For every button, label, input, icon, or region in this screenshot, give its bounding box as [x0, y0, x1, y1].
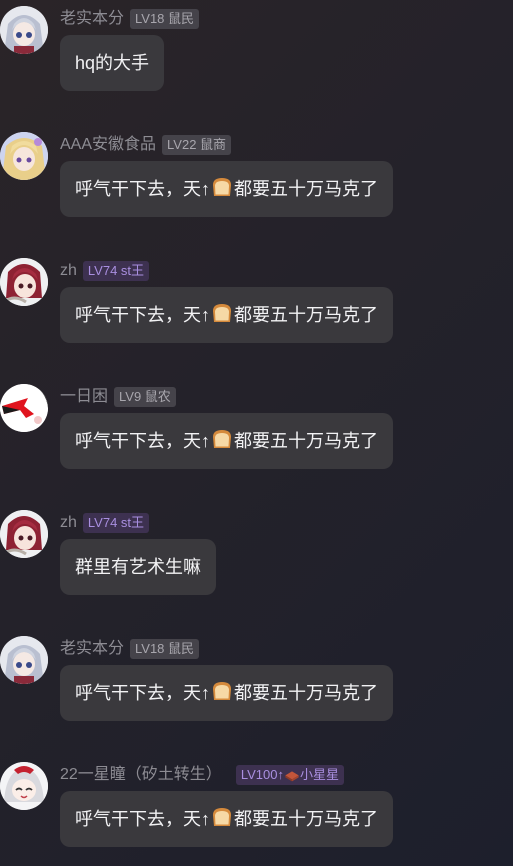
- message-meta: 22一星瞳（矽土转生） LV100↑ 小星星: [60, 763, 344, 787]
- avatar[interactable]: [0, 132, 48, 180]
- level-badge: LV22 鼠商: [162, 135, 232, 155]
- username[interactable]: 老实本分: [60, 637, 124, 661]
- bread-emoji-icon: [213, 178, 231, 196]
- anime-red-hair-avatar: [0, 510, 48, 558]
- message-text: 呼气干下去，天: [75, 179, 201, 199]
- username[interactable]: 22一星瞳（矽土转生）: [60, 763, 222, 787]
- chat-message: zh LV74 st王 呼气干下去，天↑ 都要五十万马克了: [0, 252, 513, 362]
- chat-message: 老实本分 LV18 鼠民 呼气干下去，天↑ 都要五十万马克了: [0, 630, 513, 740]
- avatar[interactable]: [0, 510, 48, 558]
- level-badge: LV74 st王: [82, 261, 150, 281]
- chibi-white-hair-avatar: [0, 762, 48, 810]
- message-text: hq的大手: [75, 53, 150, 73]
- avatar[interactable]: [0, 384, 48, 432]
- chat-message: 22一星瞳（矽土转生） LV100↑ 小星星 呼气干下去，天↑ 都要五十万马克了: [0, 756, 513, 866]
- message-bubble[interactable]: 群里有艺术生嘛: [60, 539, 216, 595]
- username[interactable]: zh: [60, 259, 77, 283]
- message-text: 呼气干下去，天: [75, 305, 201, 325]
- message-text: 都要五十万马克了: [234, 179, 378, 199]
- up-arrow: ↑: [201, 431, 210, 451]
- chat-message: AAA安徽食品 LV22 鼠商 呼气干下去，天↑ 都要五十万马克了: [0, 126, 513, 236]
- level-badge: LV74 st王: [82, 513, 150, 533]
- message-text: 都要五十万马克了: [234, 305, 378, 325]
- message-bubble[interactable]: hq的大手: [60, 35, 165, 91]
- bread-emoji-icon: [213, 808, 231, 826]
- level-badge: LV100↑ 小星星: [235, 765, 344, 785]
- up-arrow: ↑: [201, 305, 210, 325]
- message-text: 都要五十万马克了: [234, 431, 378, 451]
- chat-message: 一日困 LV9 鼠农 呼气干下去，天↑ 都要五十万马克了: [0, 378, 513, 488]
- chat-message: 老实本分 LV18 鼠民 hq的大手: [0, 0, 513, 110]
- up-arrow: ↑: [201, 683, 210, 703]
- message-bubble[interactable]: 呼气干下去，天↑ 都要五十万马克了: [60, 161, 393, 217]
- avatar[interactable]: [0, 762, 48, 810]
- red-arrow-avatar: [0, 384, 48, 432]
- message-meta: 一日困 LV9 鼠农: [60, 385, 176, 409]
- username[interactable]: zh: [60, 511, 77, 535]
- anime-girl-silver-hair-avatar: [0, 6, 48, 54]
- message-bubble[interactable]: 呼气干下去，天↑ 都要五十万马克了: [60, 665, 393, 721]
- level-badge: LV18 鼠民: [130, 9, 200, 29]
- badge-level: LV100: [240, 767, 278, 782]
- bread-emoji-icon: [213, 304, 231, 322]
- badge-title: 小星星: [299, 767, 339, 782]
- message-bubble[interactable]: 呼气干下去，天↑ 都要五十万马克了: [60, 791, 393, 847]
- message-text: 群里有艺术生嘛: [75, 557, 201, 577]
- chat-message-list[interactable]: 老实本分 LV18 鼠民 hq的大手 AAA安徽食品 LV22 鼠商 呼气干下去…: [0, 0, 513, 866]
- message-meta: 老实本分 LV18 鼠民: [60, 637, 200, 661]
- anime-blonde-avatar: [0, 132, 48, 180]
- message-text: 呼气干下去，天: [75, 809, 201, 829]
- bread-emoji-icon: [213, 430, 231, 448]
- chat-message: zh LV74 st王 群里有艺术生嘛: [0, 504, 513, 614]
- bread-emoji-icon: [213, 682, 231, 700]
- avatar[interactable]: [0, 6, 48, 54]
- level-badge: LV18 鼠民: [130, 639, 200, 659]
- message-bubble[interactable]: 呼气干下去，天↑ 都要五十万马克了: [60, 287, 393, 343]
- message-text: 都要五十万马克了: [234, 683, 378, 703]
- username[interactable]: AAA安徽食品: [60, 133, 156, 157]
- up-arrow: ↑: [201, 179, 210, 199]
- username[interactable]: 老实本分: [60, 7, 124, 31]
- message-text: 都要五十万马克了: [234, 809, 378, 829]
- message-meta: zh LV74 st王: [60, 259, 150, 283]
- level-badge: LV9 鼠农: [114, 387, 176, 407]
- anime-girl-silver-hair-avatar: [0, 636, 48, 684]
- anime-red-hair-avatar: [0, 258, 48, 306]
- message-text: 呼气干下去，天: [75, 683, 201, 703]
- message-bubble[interactable]: 呼气干下去，天↑ 都要五十万马克了: [60, 413, 393, 469]
- message-meta: AAA安徽食品 LV22 鼠商: [60, 133, 232, 157]
- message-meta: 老实本分 LV18 鼠民: [60, 7, 200, 31]
- message-text: 呼气干下去，天: [75, 431, 201, 451]
- brick-emoji-icon: [285, 771, 299, 782]
- message-meta: zh LV74 st王: [60, 511, 150, 535]
- avatar[interactable]: [0, 258, 48, 306]
- up-arrow: ↑: [201, 809, 210, 829]
- avatar[interactable]: [0, 636, 48, 684]
- username[interactable]: 一日困: [60, 385, 108, 409]
